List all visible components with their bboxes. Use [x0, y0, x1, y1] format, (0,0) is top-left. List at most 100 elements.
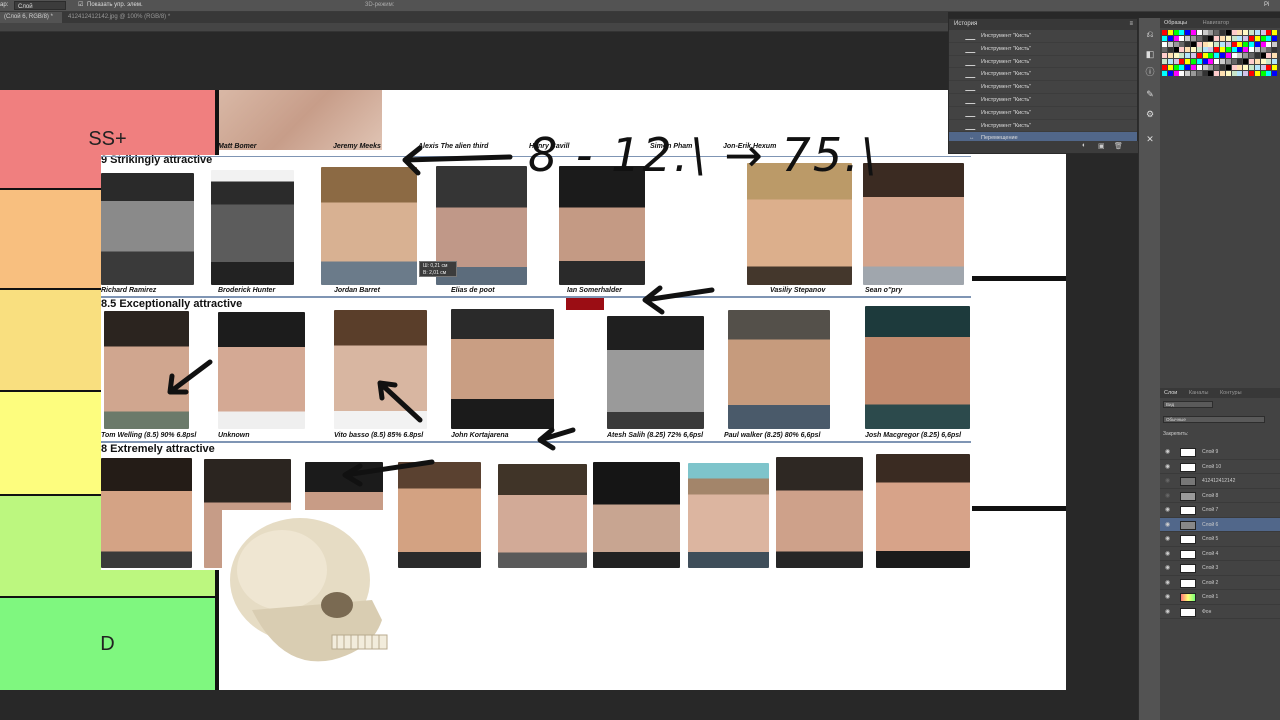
- color-swatch[interactable]: [1185, 53, 1191, 59]
- color-swatch[interactable]: [1249, 70, 1254, 76]
- color-swatch[interactable]: [1185, 70, 1191, 76]
- color-swatch[interactable]: [1249, 53, 1254, 59]
- layer-filter-select[interactable]: Вид: [1163, 401, 1213, 408]
- tab-navigator[interactable]: Навигатор: [1203, 20, 1229, 26]
- color-swatch[interactable]: [1202, 70, 1208, 76]
- eye-icon[interactable]: ◉: [1165, 445, 1170, 459]
- color-swatch[interactable]: [1167, 70, 1173, 76]
- tab-channels[interactable]: Каналы: [1189, 390, 1209, 396]
- color-swatch[interactable]: [1254, 64, 1260, 70]
- info-icon[interactable]: ⓘ: [1144, 66, 1156, 78]
- color-swatch[interactable]: [1272, 59, 1278, 64]
- color-swatch[interactable]: [1208, 30, 1214, 35]
- color-swatch[interactable]: [1179, 41, 1185, 47]
- history-panel[interactable]: История ≡ Инструмент "Кисть" Инструмент …: [948, 18, 1139, 154]
- color-swatch[interactable]: [1243, 47, 1249, 53]
- eye-icon[interactable]: ◉: [1165, 547, 1170, 561]
- color-swatch[interactable]: [1266, 41, 1272, 47]
- color-swatch[interactable]: [1260, 70, 1266, 76]
- layer-row[interactable]: ◉ Слой 7: [1160, 503, 1280, 518]
- color-swatch[interactable]: [1237, 70, 1243, 76]
- color-swatch[interactable]: [1191, 30, 1196, 35]
- color-swatch[interactable]: [1237, 41, 1243, 47]
- eye-icon[interactable]: ◉: [1165, 474, 1170, 488]
- color-swatch[interactable]: [1237, 47, 1243, 53]
- tab-swatches[interactable]: Образцы: [1164, 20, 1187, 26]
- color-swatch[interactable]: [1225, 30, 1231, 35]
- color-swatch[interactable]: [1266, 47, 1272, 53]
- color-swatch[interactable]: [1191, 64, 1196, 70]
- color-swatch[interactable]: [1173, 41, 1179, 47]
- color-swatch[interactable]: [1202, 64, 1208, 70]
- eye-icon[interactable]: ◉: [1165, 576, 1170, 590]
- layer-row[interactable]: ◉ Слой 5: [1160, 532, 1280, 547]
- eye-icon[interactable]: ◉: [1165, 518, 1170, 532]
- color-swatch[interactable]: [1162, 70, 1167, 76]
- color-swatch[interactable]: [1220, 64, 1225, 70]
- color-swatch[interactable]: [1191, 41, 1196, 47]
- color-swatch[interactable]: [1266, 35, 1272, 41]
- layer-row[interactable]: ◉ Слой 1: [1160, 590, 1280, 605]
- color-swatch[interactable]: [1214, 30, 1220, 35]
- tab-paths[interactable]: Контуры: [1220, 390, 1242, 396]
- color-swatch[interactable]: [1237, 30, 1243, 35]
- color-swatch[interactable]: [1179, 59, 1185, 64]
- color-swatch[interactable]: [1231, 64, 1237, 70]
- color-swatch[interactable]: [1225, 41, 1231, 47]
- color-swatch[interactable]: [1254, 59, 1260, 64]
- color-swatch[interactable]: [1220, 30, 1225, 35]
- color-swatch[interactable]: [1272, 30, 1278, 35]
- color-swatch[interactable]: [1214, 41, 1220, 47]
- color-swatch[interactable]: [1260, 30, 1266, 35]
- color-swatch[interactable]: [1243, 64, 1249, 70]
- history-item[interactable]: Инструмент "Кисть": [949, 68, 1137, 82]
- color-swatch[interactable]: [1266, 53, 1272, 59]
- history-item[interactable]: Инструмент "Кисть": [949, 120, 1137, 133]
- color-swatch[interactable]: [1202, 53, 1208, 59]
- color-swatch[interactable]: [1254, 47, 1260, 53]
- color-swatch[interactable]: [1202, 47, 1208, 53]
- color-swatch[interactable]: [1260, 53, 1266, 59]
- color-swatch[interactable]: [1185, 30, 1191, 35]
- color-swatch[interactable]: [1220, 53, 1225, 59]
- color-swatch[interactable]: [1162, 30, 1167, 35]
- color-swatch[interactable]: [1208, 53, 1214, 59]
- color-swatch[interactable]: [1272, 64, 1278, 70]
- color-swatch[interactable]: [1167, 59, 1173, 64]
- color-swatch[interactable]: [1196, 64, 1202, 70]
- color-swatch[interactable]: [1243, 35, 1249, 41]
- color-swatch[interactable]: [1191, 47, 1196, 53]
- color-swatch[interactable]: [1179, 70, 1185, 76]
- color-swatch[interactable]: [1202, 59, 1208, 64]
- color-swatch[interactable]: [1231, 47, 1237, 53]
- workspace-switch[interactable]: Рі: [1264, 0, 1269, 10]
- color-swatch[interactable]: [1260, 64, 1266, 70]
- color-swatch[interactable]: [1249, 35, 1254, 41]
- color-swatch[interactable]: [1167, 64, 1173, 70]
- color-swatch[interactable]: [1237, 59, 1243, 64]
- color-swatch[interactable]: [1260, 47, 1266, 53]
- color-swatch[interactable]: [1162, 47, 1167, 53]
- color-swatch[interactable]: [1173, 30, 1179, 35]
- history-item[interactable]: Инструмент "Кисть": [949, 56, 1137, 69]
- color-swatch[interactable]: [1185, 64, 1191, 70]
- color-swatch[interactable]: [1249, 64, 1254, 70]
- color-swatch[interactable]: [1179, 30, 1185, 35]
- color-swatch[interactable]: [1162, 35, 1167, 41]
- color-swatch[interactable]: [1225, 47, 1231, 53]
- color-swatch[interactable]: [1214, 64, 1220, 70]
- color-swatch[interactable]: [1173, 47, 1179, 53]
- history-title[interactable]: История: [954, 21, 977, 27]
- color-swatch[interactable]: [1202, 35, 1208, 41]
- color-swatch[interactable]: [1185, 47, 1191, 53]
- color-swatch[interactable]: [1231, 53, 1237, 59]
- color-swatch[interactable]: [1231, 30, 1237, 35]
- tab-layers[interactable]: Слои: [1164, 390, 1177, 396]
- color-swatch[interactable]: [1196, 30, 1202, 35]
- color-swatch[interactable]: [1254, 70, 1260, 76]
- color-swatch[interactable]: [1185, 35, 1191, 41]
- color-swatch[interactable]: [1173, 59, 1179, 64]
- color-swatch[interactable]: [1173, 70, 1179, 76]
- color-swatch[interactable]: [1196, 70, 1202, 76]
- new-document-icon[interactable]: ▣: [1098, 142, 1105, 150]
